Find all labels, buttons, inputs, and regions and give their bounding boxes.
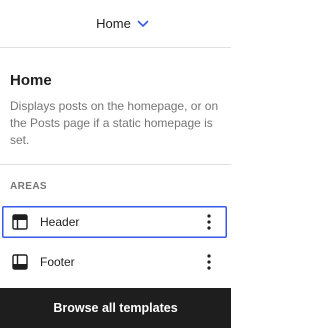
template-switcher-button[interactable]: Home bbox=[96, 16, 149, 31]
template-switcher-bar: Home bbox=[0, 0, 231, 48]
area-item-label: Footer bbox=[40, 255, 75, 269]
areas-heading: AREAS bbox=[10, 181, 48, 192]
header-layout-icon bbox=[2, 214, 28, 230]
template-info: Home Displays posts on the homepage, or … bbox=[10, 72, 224, 149]
more-vertical-icon[interactable] bbox=[197, 210, 221, 234]
area-item-label: Header bbox=[40, 215, 80, 229]
section-divider bbox=[0, 164, 231, 165]
footer-layout-icon bbox=[2, 254, 28, 270]
area-item-footer[interactable]: Footer bbox=[2, 246, 227, 278]
area-item-header[interactable]: Header bbox=[2, 206, 227, 238]
template-switcher-label: Home bbox=[96, 16, 131, 31]
footer-bar: Browse all templates bbox=[0, 288, 231, 328]
page-title: Home bbox=[10, 72, 52, 89]
browse-all-templates-button[interactable]: Browse all templates bbox=[53, 301, 177, 315]
more-vertical-icon[interactable] bbox=[197, 250, 221, 274]
template-details-panel: Home Home Displays posts on the homepage… bbox=[0, 0, 231, 328]
template-description: Displays posts on the homepage, or on th… bbox=[10, 99, 219, 147]
chevron-down-icon bbox=[137, 20, 149, 28]
